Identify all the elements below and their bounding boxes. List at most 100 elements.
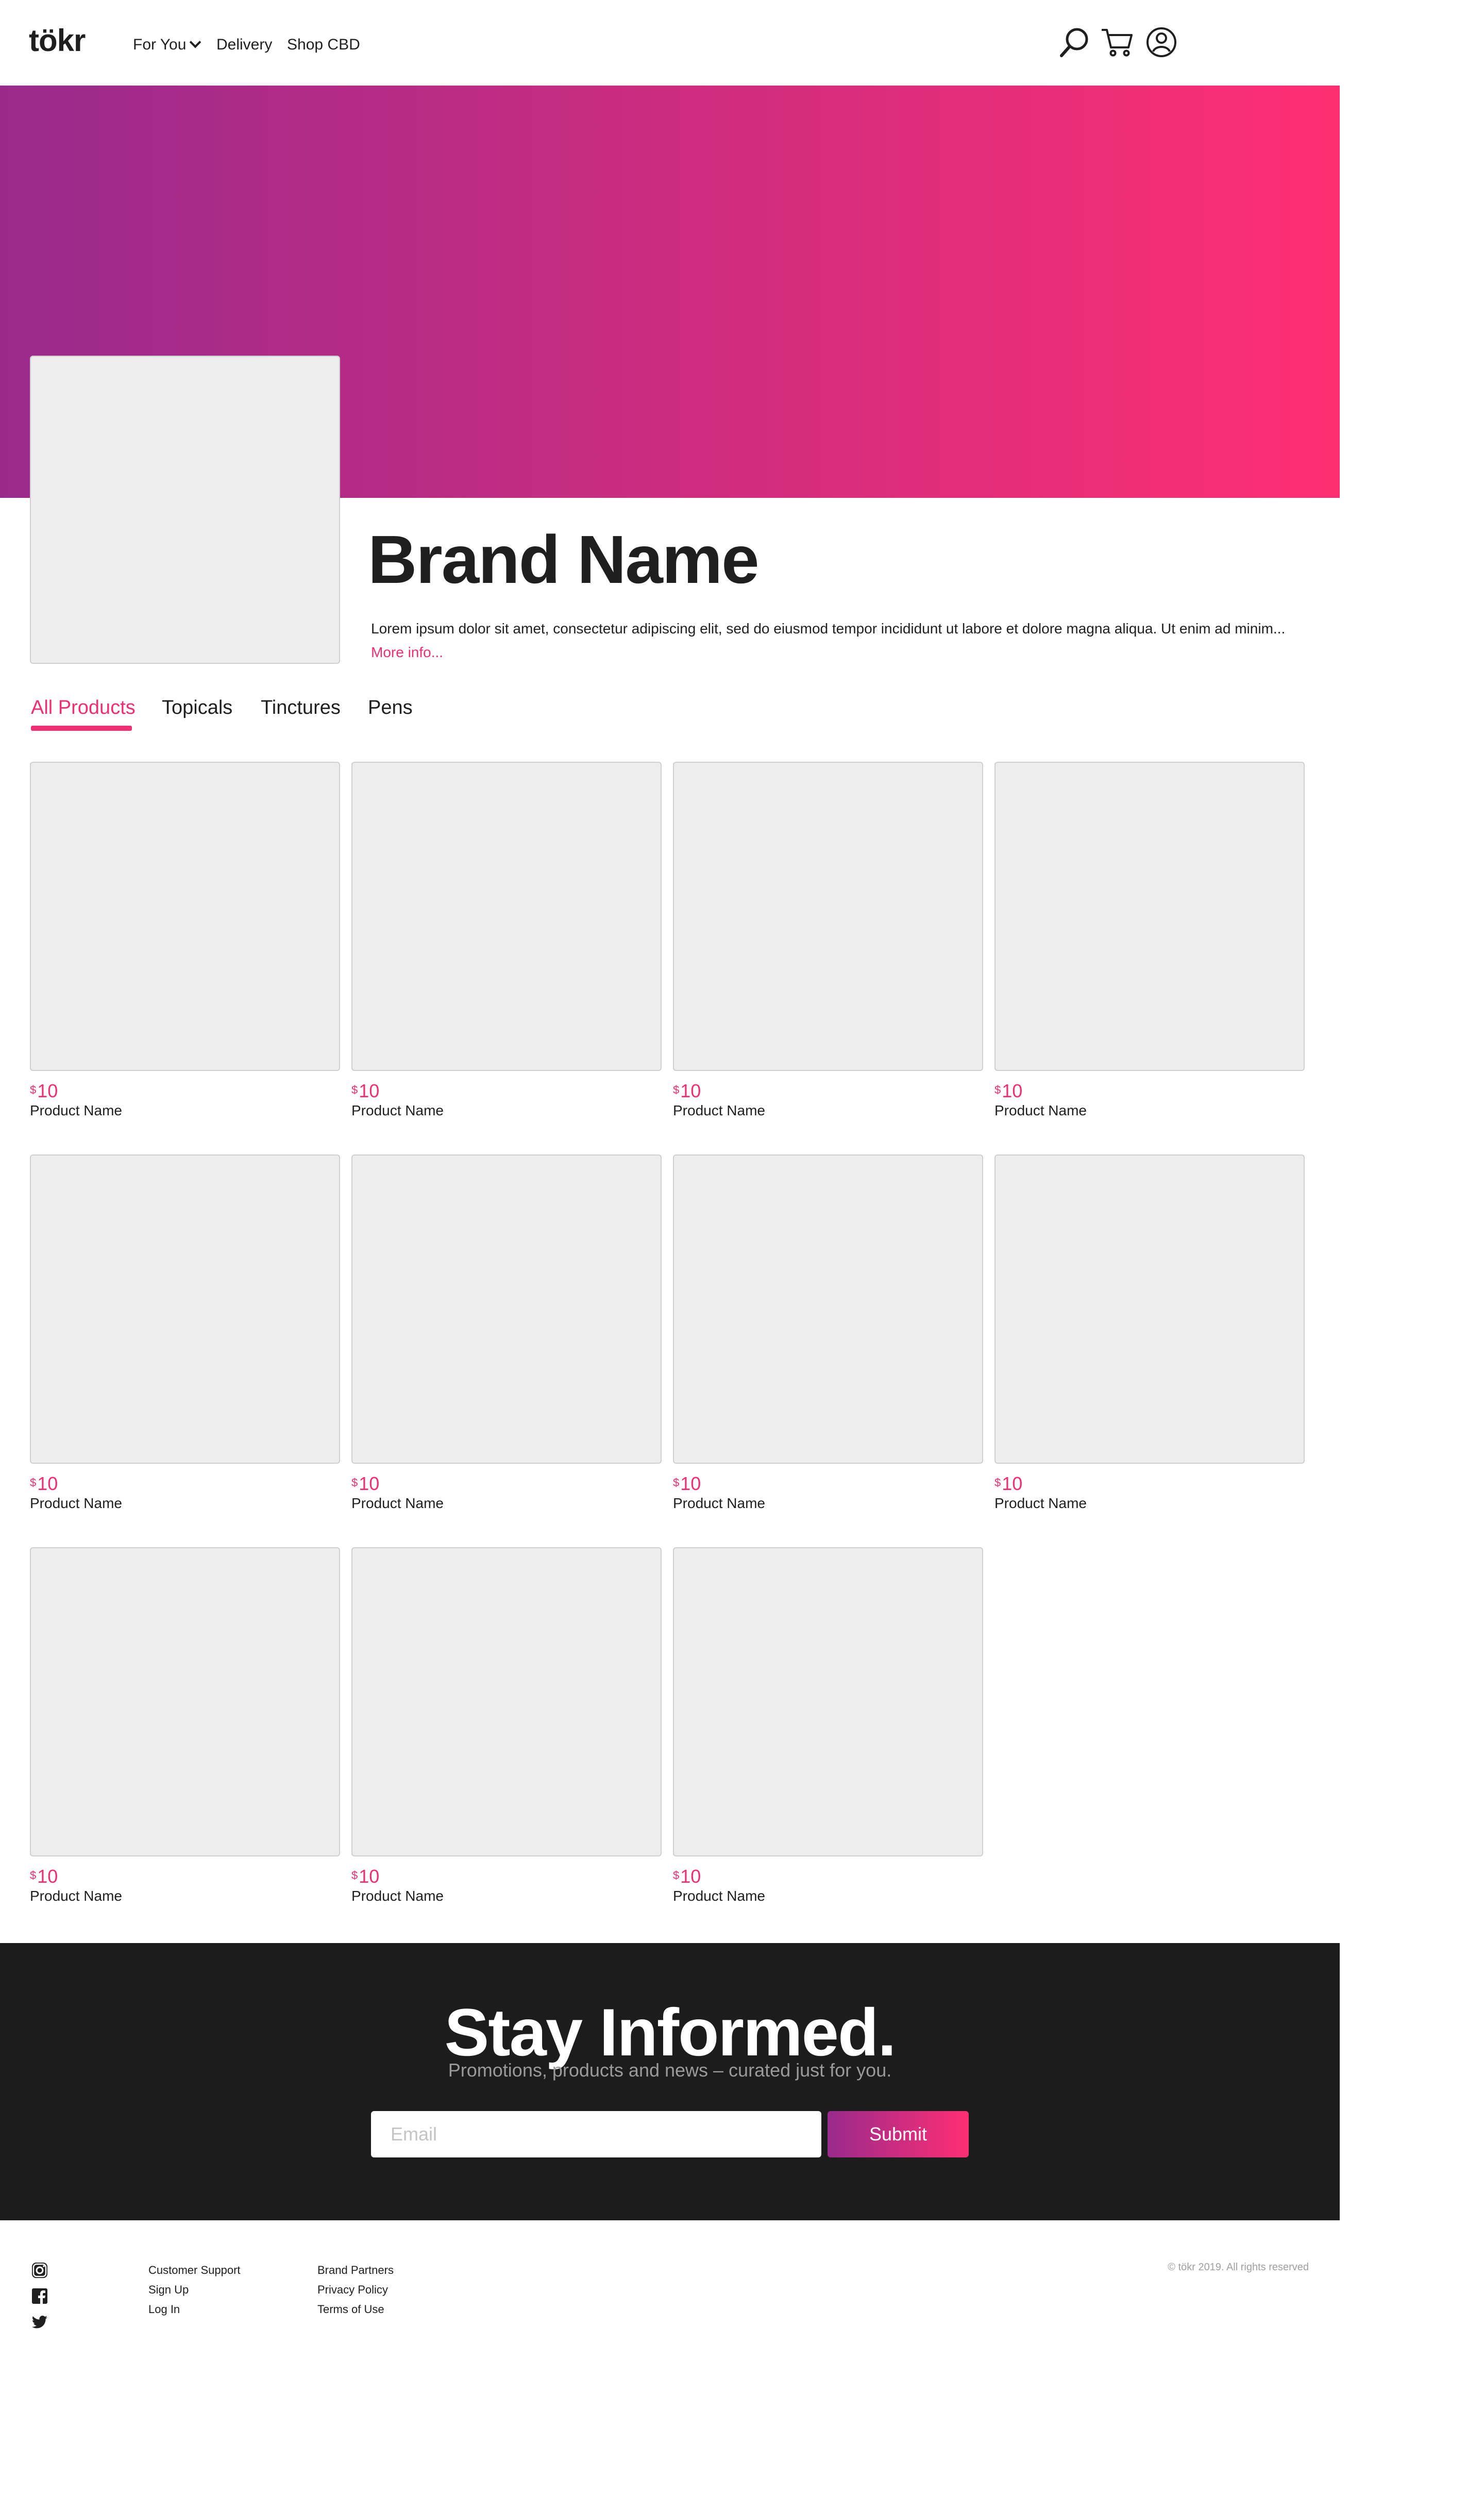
nav-for-you-label: For You [133, 36, 187, 53]
submit-button[interactable]: Submit [828, 2111, 969, 2157]
price-currency: $ [673, 1083, 680, 1096]
price-value: 10 [37, 1473, 58, 1494]
footer-link-log-in[interactable]: Log In [148, 2303, 180, 2316]
product-image-placeholder[interactable] [673, 762, 983, 1071]
price-currency: $ [994, 1476, 1001, 1489]
brand-name: Brand Name [368, 522, 760, 597]
chevron-down-icon [190, 36, 201, 48]
product-card[interactable]: $10 Product Name [30, 1154, 340, 1512]
product-name[interactable]: Product Name [30, 1102, 339, 1119]
brand-logo-placeholder [30, 356, 340, 664]
product-card[interactable]: $10 Product Name [351, 1154, 662, 1512]
cart-icon[interactable] [1101, 26, 1134, 59]
nav-shop-cbd[interactable]: Shop CBD [287, 36, 360, 54]
price-value: 10 [37, 1080, 58, 1101]
price-currency: $ [30, 1869, 37, 1882]
product-image-placeholder[interactable] [351, 1547, 662, 1856]
footer-link-brand-partners[interactable]: Brand Partners [317, 2264, 394, 2277]
price-value: 10 [1002, 1473, 1023, 1494]
product-card[interactable]: $10 Product Name [30, 1547, 340, 1905]
product-image-placeholder[interactable] [30, 762, 340, 1071]
price-value: 10 [359, 1866, 380, 1887]
product-image-placeholder[interactable] [351, 1154, 662, 1464]
product-price: $10 [30, 1474, 339, 1494]
product-image-placeholder[interactable] [351, 762, 662, 1071]
product-price: $10 [673, 1081, 982, 1101]
site-footer: Customer Support Sign Up Log In Brand Pa… [0, 2220, 1340, 2511]
tab-topicals[interactable]: Topicals [162, 697, 232, 719]
product-card[interactable]: $10 Product Name [30, 762, 340, 1119]
product-image-placeholder[interactable] [673, 1547, 983, 1856]
product-name[interactable]: Product Name [673, 1495, 982, 1512]
email-input[interactable] [371, 2111, 813, 2157]
product-card[interactable]: $10 Product Name [673, 1154, 983, 1512]
newsletter-section: Stay Informed. Promotions, products and … [0, 1943, 1340, 2220]
tab-tinctures[interactable]: Tinctures [261, 697, 341, 719]
footer-link-sign-up[interactable]: Sign Up [148, 2283, 189, 2297]
facebook-icon[interactable] [31, 2287, 48, 2305]
price-currency: $ [30, 1476, 37, 1489]
product-price: $10 [30, 1081, 339, 1101]
price-value: 10 [359, 1080, 380, 1101]
product-price: $10 [351, 1474, 661, 1494]
copyright-text: © tökr 2019. All rights reserved [1168, 2262, 1309, 2273]
product-image-placeholder[interactable] [30, 1154, 340, 1464]
product-card[interactable]: $10 Product Name [673, 1547, 983, 1905]
product-price: $10 [351, 1867, 661, 1886]
price-currency: $ [351, 1083, 358, 1096]
price-value: 10 [1002, 1080, 1023, 1101]
email-field-wrapper [371, 2111, 821, 2157]
tab-pens[interactable]: Pens [368, 697, 413, 719]
more-info-link[interactable]: More info... [371, 644, 443, 661]
product-price: $10 [673, 1867, 982, 1886]
product-price: $10 [351, 1081, 661, 1101]
tab-all-products[interactable]: All Products [31, 697, 136, 719]
product-name[interactable]: Product Name [30, 1887, 339, 1905]
product-image-placeholder[interactable] [994, 762, 1305, 1071]
product-price: $10 [994, 1474, 1304, 1494]
product-image-placeholder[interactable] [994, 1154, 1305, 1464]
account-icon[interactable] [1145, 26, 1178, 59]
twitter-icon[interactable] [31, 2313, 48, 2331]
product-image-placeholder[interactable] [30, 1547, 340, 1856]
price-currency: $ [351, 1869, 358, 1882]
price-value: 10 [37, 1866, 58, 1887]
price-value: 10 [680, 1866, 701, 1887]
nav-for-you[interactable]: For You [133, 36, 201, 54]
footer-link-customer-support[interactable]: Customer Support [148, 2264, 241, 2277]
price-value: 10 [359, 1473, 380, 1494]
product-name[interactable]: Product Name [994, 1495, 1304, 1512]
product-name[interactable]: Product Name [30, 1495, 339, 1512]
page: tökr For You Delivery Shop CBD Brand Nam… [0, 0, 1340, 2511]
newsletter-subtitle: Promotions, products and news – curated … [448, 2060, 892, 2081]
product-card[interactable]: $10 Product Name [351, 762, 662, 1119]
search-icon[interactable] [1058, 26, 1091, 59]
price-currency: $ [351, 1476, 358, 1489]
product-card[interactable]: $10 Product Name [351, 1547, 662, 1905]
site-logo[interactable]: tökr [29, 23, 86, 58]
active-tab-indicator [31, 726, 132, 731]
product-name[interactable]: Product Name [994, 1102, 1304, 1119]
footer-link-terms-of-use[interactable]: Terms of Use [317, 2303, 384, 2316]
footer-link-privacy-policy[interactable]: Privacy Policy [317, 2283, 388, 2297]
product-name[interactable]: Product Name [351, 1102, 661, 1119]
product-card[interactable]: $10 Product Name [994, 762, 1305, 1119]
site-header: tökr For You Delivery Shop CBD [0, 0, 1340, 86]
product-name[interactable]: Product Name [351, 1887, 661, 1905]
price-value: 10 [680, 1473, 701, 1494]
instagram-icon[interactable] [31, 2262, 48, 2279]
price-currency: $ [994, 1083, 1001, 1096]
price-currency: $ [30, 1083, 37, 1096]
product-card[interactable]: $10 Product Name [994, 1154, 1305, 1512]
price-value: 10 [680, 1080, 701, 1101]
product-card[interactable]: $10 Product Name [673, 762, 983, 1119]
product-name[interactable]: Product Name [673, 1887, 982, 1905]
price-currency: $ [673, 1476, 680, 1489]
brand-description: Lorem ipsum dolor sit amet, consectetur … [371, 621, 1286, 637]
product-price: $10 [30, 1867, 339, 1886]
product-name[interactable]: Product Name [351, 1495, 661, 1512]
product-image-placeholder[interactable] [673, 1154, 983, 1464]
product-name[interactable]: Product Name [673, 1102, 982, 1119]
nav-delivery[interactable]: Delivery [216, 36, 272, 54]
product-price: $10 [673, 1474, 982, 1494]
